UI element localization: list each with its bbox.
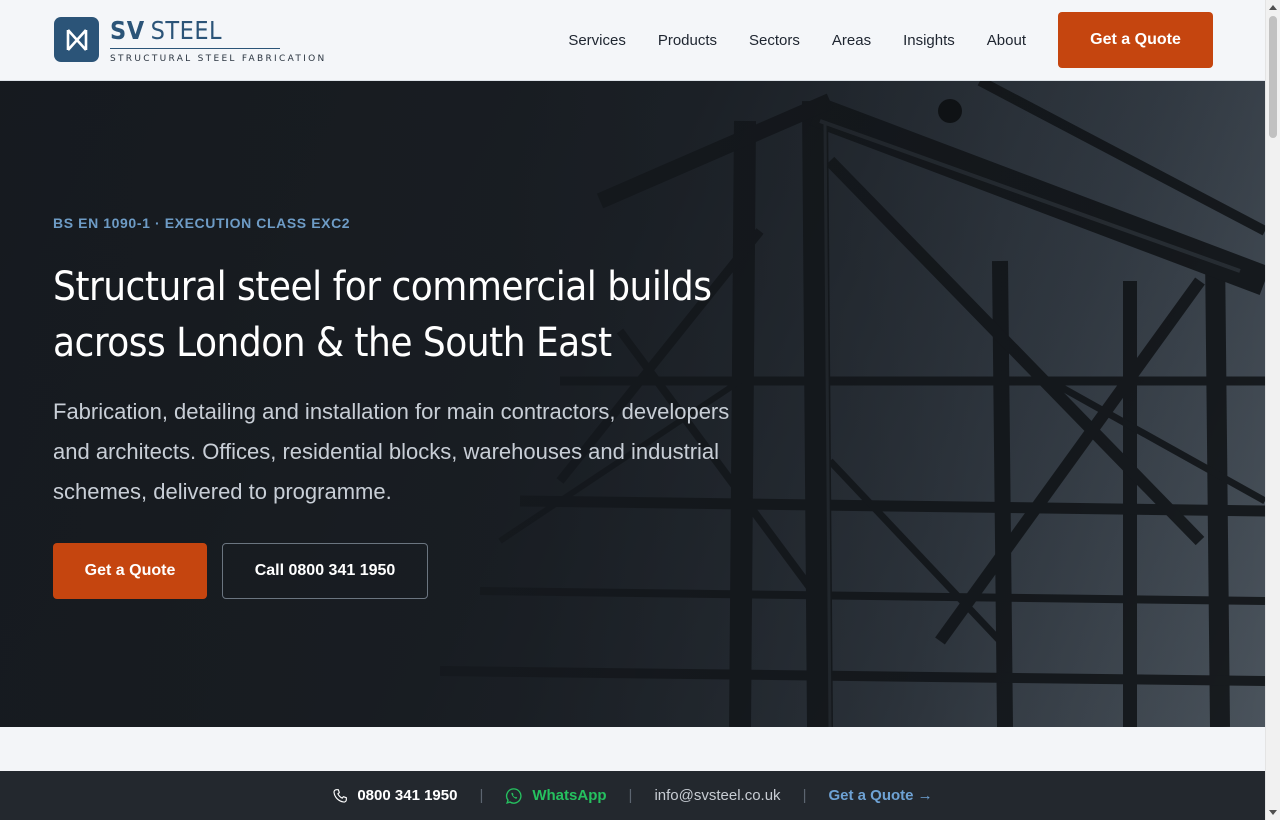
hero-section: BS EN 1090-1 · EXECUTION CLASS EXC2 Stru…: [0, 81, 1265, 727]
brand-logo[interactable]: SV STEEL STRUCTURAL STEEL FABRICATION: [54, 17, 327, 64]
brand-divider: [110, 48, 280, 49]
hero-get-quote-button[interactable]: Get a Quote: [53, 543, 207, 599]
main-nav: Services Products Sectors Areas Insights…: [536, 31, 1026, 51]
nav-sectors[interactable]: Sectors: [749, 31, 800, 51]
hero-certification-label: BS EN 1090-1 · EXECUTION CLASS EXC2: [53, 215, 351, 231]
nav-insights[interactable]: Insights: [903, 31, 955, 51]
brand-tagline: STRUCTURAL STEEL FABRICATION: [110, 54, 327, 64]
hero-subtitle: Fabrication, detailing and installation …: [53, 399, 730, 504]
contact-bar-email-link[interactable]: info@svsteel.co.uk: [654, 787, 780, 804]
contact-bar-whatsapp-link[interactable]: WhatsApp: [505, 787, 607, 805]
sticky-contact-bar: 0800 341 1950 | WhatsApp | info@svsteel.…: [0, 771, 1265, 820]
hero-call-button[interactable]: Call 0800 341 1950: [222, 543, 428, 599]
brand-name-bold: SV: [110, 16, 145, 45]
scroll-up-arrow-icon[interactable]: [1269, 5, 1277, 10]
whatsapp-icon: [505, 787, 523, 805]
nav-areas[interactable]: Areas: [832, 31, 871, 51]
site-header: SV STEEL STRUCTURAL STEEL FABRICATION Se…: [0, 0, 1265, 81]
contact-bar-separator: |: [802, 787, 807, 804]
scrollbar-thumb[interactable]: [1269, 16, 1277, 138]
scroll-down-arrow-icon[interactable]: [1269, 810, 1277, 815]
nav-products[interactable]: Products: [658, 31, 717, 51]
nav-about[interactable]: About: [987, 31, 1026, 51]
nav-services[interactable]: Services: [568, 31, 626, 51]
contact-bar-phone-link[interactable]: 0800 341 1950: [332, 787, 457, 804]
contact-bar-whatsapp-label: WhatsApp: [532, 787, 607, 804]
contact-bar-separator: |: [479, 787, 484, 804]
contact-bar-quote-link[interactable]: Get a Quote →: [828, 787, 932, 804]
sv-monogram-icon: [54, 17, 99, 62]
phone-icon: [332, 788, 348, 804]
header-get-quote-button[interactable]: Get a Quote: [1058, 12, 1213, 68]
contact-bar-phone-number: 0800 341 1950: [357, 787, 458, 804]
contact-bar-separator: |: [628, 787, 633, 804]
hero-title: Structural steel for commercial builds a…: [53, 264, 712, 366]
brand-name-light: STEEL: [150, 16, 223, 45]
brand-wordmark: SV STEEL STRUCTURAL STEEL FABRICATION: [110, 17, 327, 64]
page-scrollbar[interactable]: [1265, 0, 1280, 820]
